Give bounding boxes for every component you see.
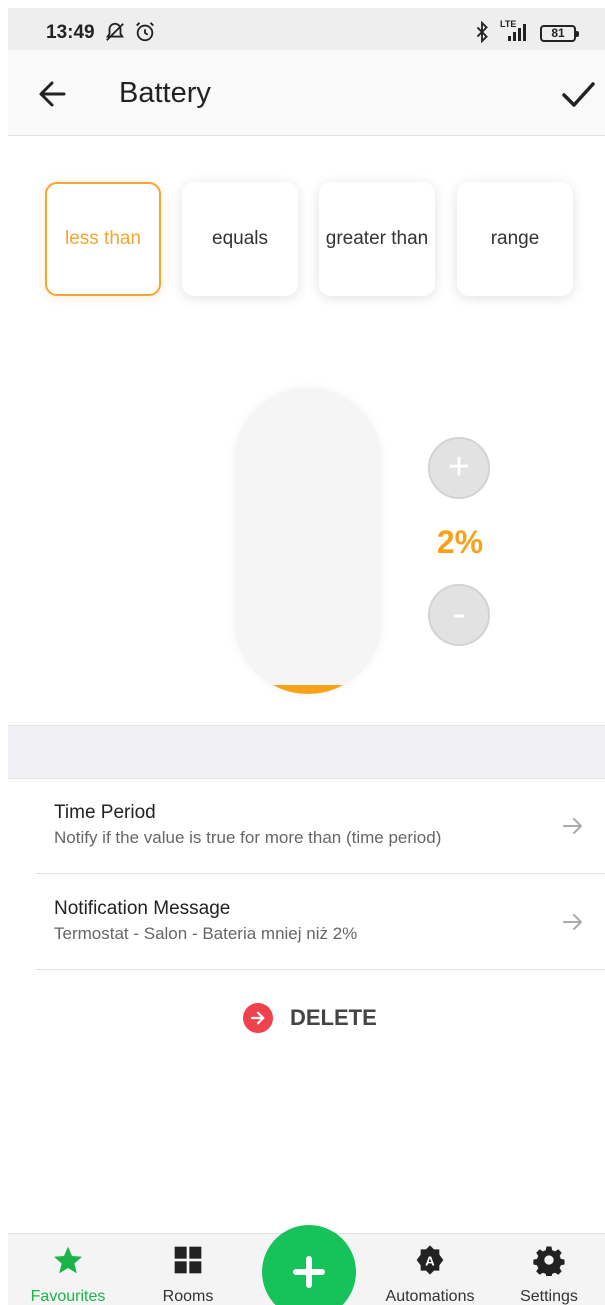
- gear-icon: [533, 1246, 565, 1276]
- back-button[interactable]: [32, 74, 72, 114]
- notification-message-row[interactable]: Notification Message Termostat - Salon -…: [36, 874, 605, 970]
- delete-arrow-icon: [243, 1003, 273, 1033]
- nav-settings-label: Settings: [520, 1288, 578, 1305]
- star-icon: [54, 1246, 82, 1274]
- condition-greater-than[interactable]: greater than: [319, 182, 435, 296]
- increment-button[interactable]: +: [428, 437, 490, 499]
- page-title: Battery: [119, 77, 211, 109]
- checkmark-icon: [562, 82, 595, 107]
- value-readout: 2%: [436, 524, 484, 560]
- time-period-row[interactable]: Time Period Notify if the value is true …: [36, 778, 605, 874]
- condition-less-than[interactable]: less than: [45, 182, 161, 296]
- network-type: LTE: [500, 19, 517, 29]
- status-time: 13:49: [46, 22, 95, 43]
- plus-icon: [293, 1256, 325, 1288]
- section-divider: [8, 725, 605, 779]
- notification-message-title: Notification Message: [54, 898, 231, 919]
- nav-rooms-label: Rooms: [162, 1288, 214, 1305]
- nav-favourites[interactable]: Favourites: [13, 1234, 123, 1305]
- bluetooth-icon: [474, 20, 490, 48]
- time-period-title: Time Period: [54, 802, 156, 823]
- app-bar: Battery: [8, 50, 605, 136]
- signal-icon: LTE: [500, 19, 532, 48]
- delete-button[interactable]: DELETE: [243, 1002, 377, 1034]
- arrow-right-icon: [563, 818, 582, 834]
- notifications-off-icon: [104, 21, 126, 48]
- status-bar: 13:49 LTE 81: [8, 8, 605, 50]
- condition-range[interactable]: range: [457, 182, 573, 296]
- arrow-right-icon: [563, 914, 582, 930]
- condition-equals[interactable]: equals: [182, 182, 298, 296]
- value-slider[interactable]: [234, 388, 382, 694]
- slider-fill: [234, 685, 382, 694]
- nav-automations-label: Automations: [385, 1288, 475, 1305]
- notification-message-subtitle: Termostat - Salon - Bateria mniej niż 2%: [54, 924, 358, 943]
- svg-text:A: A: [425, 1253, 435, 1268]
- decrement-button[interactable]: -: [428, 584, 490, 646]
- nav-settings[interactable]: Settings: [494, 1234, 604, 1305]
- nav-automations[interactable]: A Automations: [375, 1234, 485, 1305]
- automation-icon: A: [416, 1245, 444, 1275]
- nav-rooms[interactable]: Rooms: [133, 1234, 243, 1305]
- alarm-icon: [134, 21, 156, 48]
- confirm-button[interactable]: [556, 72, 600, 116]
- time-period-subtitle: Notify if the value is true for more tha…: [54, 828, 442, 847]
- battery-status: 81: [540, 25, 579, 42]
- grid-icon: [174, 1246, 202, 1274]
- delete-label: DELETE: [290, 1005, 377, 1030]
- arrow-left-icon: [39, 81, 66, 107]
- nav-favourites-label: Favourites: [30, 1288, 106, 1305]
